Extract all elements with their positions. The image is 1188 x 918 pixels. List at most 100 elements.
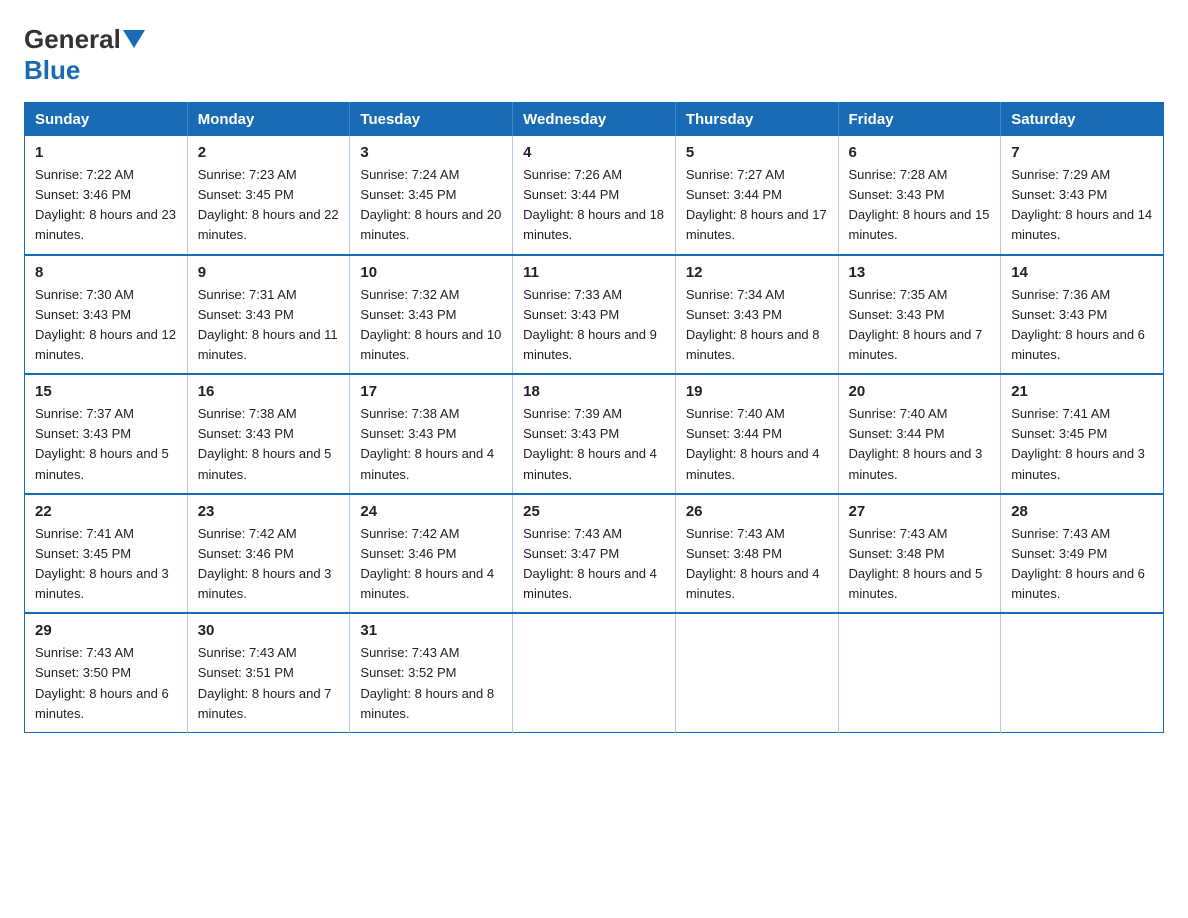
week-row-5: 29Sunrise: 7:43 AMSunset: 3:50 PMDayligh… — [25, 613, 1164, 732]
page-header: General Blue — [24, 24, 1164, 86]
day-cell: 21 Sunrise: 7:41 AMSunset: 3:45 PMDayligh… — [1001, 374, 1164, 494]
day-cell: 30 Sunrise: 7:43 AMSunset: 3:51 PMDayligh… — [187, 613, 350, 732]
day-info: Sunrise: 7:29 AMSunset: 3:43 PMDaylight:… — [1011, 167, 1152, 242]
day-info: Sunrise: 7:36 AMSunset: 3:43 PMDaylight:… — [1011, 287, 1145, 362]
day-cell: 11 Sunrise: 7:33 AMSunset: 3:43 PMDayligh… — [513, 255, 676, 375]
day-cell: 31 Sunrise: 7:43 AMSunset: 3:52 PMDayligh… — [350, 613, 513, 732]
day-cell: 15 Sunrise: 7:37 AMSunset: 3:43 PMDayligh… — [25, 374, 188, 494]
day-info: Sunrise: 7:41 AMSunset: 3:45 PMDaylight:… — [35, 526, 169, 601]
day-info: Sunrise: 7:33 AMSunset: 3:43 PMDaylight:… — [523, 287, 657, 362]
day-cell: 5 Sunrise: 7:27 AMSunset: 3:44 PMDaylight… — [675, 136, 838, 255]
day-info: Sunrise: 7:42 AMSunset: 3:46 PMDaylight:… — [198, 526, 332, 601]
header-cell-sunday: Sunday — [25, 103, 188, 137]
day-info: Sunrise: 7:37 AMSunset: 3:43 PMDaylight:… — [35, 406, 169, 481]
day-number: 10 — [360, 264, 502, 281]
day-info: Sunrise: 7:34 AMSunset: 3:43 PMDaylight:… — [686, 287, 820, 362]
day-info: Sunrise: 7:43 AMSunset: 3:50 PMDaylight:… — [35, 645, 169, 720]
header-cell-wednesday: Wednesday — [513, 103, 676, 137]
day-number: 27 — [849, 503, 991, 520]
day-info: Sunrise: 7:22 AMSunset: 3:46 PMDaylight:… — [35, 167, 176, 242]
week-row-3: 15 Sunrise: 7:37 AMSunset: 3:43 PMDayligh… — [25, 374, 1164, 494]
day-cell — [838, 613, 1001, 732]
day-info: Sunrise: 7:42 AMSunset: 3:46 PMDaylight:… — [360, 526, 494, 601]
day-cell: 22 Sunrise: 7:41 AMSunset: 3:45 PMDayligh… — [25, 494, 188, 614]
day-number: 8 — [35, 264, 177, 281]
day-number: 16 — [198, 383, 340, 400]
day-info: Sunrise: 7:32 AMSunset: 3:43 PMDaylight:… — [360, 287, 501, 362]
day-info: Sunrise: 7:43 AMSunset: 3:52 PMDaylight:… — [360, 645, 494, 720]
day-cell: 8 Sunrise: 7:30 AMSunset: 3:43 PMDaylight… — [25, 255, 188, 375]
day-number: 11 — [523, 264, 665, 281]
day-number: 18 — [523, 383, 665, 400]
day-number: 25 — [523, 503, 665, 520]
day-number: 24 — [360, 503, 502, 520]
day-cell: 20Sunrise: 7:40 AMSunset: 3:44 PMDayligh… — [838, 374, 1001, 494]
day-cell: 19Sunrise: 7:40 AMSunset: 3:44 PMDayligh… — [675, 374, 838, 494]
day-number: 1 — [35, 144, 177, 161]
day-number: 31 — [360, 622, 502, 639]
logo-blue-text: Blue — [24, 55, 80, 85]
day-info: Sunrise: 7:43 AMSunset: 3:48 PMDaylight:… — [686, 526, 820, 601]
day-number: 15 — [35, 383, 177, 400]
day-number: 2 — [198, 144, 340, 161]
day-info: Sunrise: 7:38 AMSunset: 3:43 PMDaylight:… — [198, 406, 332, 481]
week-row-4: 22 Sunrise: 7:41 AMSunset: 3:45 PMDayligh… — [25, 494, 1164, 614]
day-cell: 9Sunrise: 7:31 AMSunset: 3:43 PMDaylight… — [187, 255, 350, 375]
day-cell: 25 Sunrise: 7:43 AMSunset: 3:47 PMDayligh… — [513, 494, 676, 614]
day-cell: 27 Sunrise: 7:43 AMSunset: 3:48 PMDayligh… — [838, 494, 1001, 614]
day-number: 7 — [1011, 144, 1153, 161]
day-info: Sunrise: 7:38 AMSunset: 3:43 PMDaylight:… — [360, 406, 494, 481]
day-info: Sunrise: 7:43 AMSunset: 3:47 PMDaylight:… — [523, 526, 657, 601]
day-info: Sunrise: 7:40 AMSunset: 3:44 PMDaylight:… — [849, 406, 983, 481]
day-cell: 23 Sunrise: 7:42 AMSunset: 3:46 PMDayligh… — [187, 494, 350, 614]
day-number: 17 — [360, 383, 502, 400]
day-number: 4 — [523, 144, 665, 161]
day-cell: 2Sunrise: 7:23 AMSunset: 3:45 PMDaylight… — [187, 136, 350, 255]
day-info: Sunrise: 7:28 AMSunset: 3:43 PMDaylight:… — [849, 167, 990, 242]
day-info: Sunrise: 7:30 AMSunset: 3:43 PMDaylight:… — [35, 287, 176, 362]
day-cell: 7 Sunrise: 7:29 AMSunset: 3:43 PMDaylight… — [1001, 136, 1164, 255]
logo: General Blue — [24, 24, 145, 86]
day-cell — [1001, 613, 1164, 732]
day-number: 9 — [198, 264, 340, 281]
logo-triangle-icon — [123, 30, 145, 52]
day-cell — [675, 613, 838, 732]
week-row-1: 1 Sunrise: 7:22 AMSunset: 3:46 PMDaylight… — [25, 136, 1164, 255]
week-row-2: 8 Sunrise: 7:30 AMSunset: 3:43 PMDaylight… — [25, 255, 1164, 375]
day-number: 23 — [198, 503, 340, 520]
day-number: 22 — [35, 503, 177, 520]
header-cell-thursday: Thursday — [675, 103, 838, 137]
day-number: 5 — [686, 144, 828, 161]
day-cell: 1 Sunrise: 7:22 AMSunset: 3:46 PMDaylight… — [25, 136, 188, 255]
day-info: Sunrise: 7:43 AMSunset: 3:48 PMDaylight:… — [849, 526, 983, 601]
day-info: Sunrise: 7:43 AMSunset: 3:49 PMDaylight:… — [1011, 526, 1145, 601]
day-number: 6 — [849, 144, 991, 161]
day-number: 30 — [198, 622, 340, 639]
day-cell: 28Sunrise: 7:43 AMSunset: 3:49 PMDayligh… — [1001, 494, 1164, 614]
calendar-table: SundayMondayTuesdayWednesdayThursdayFrid… — [24, 102, 1164, 733]
calendar-header: SundayMondayTuesdayWednesdayThursdayFrid… — [25, 103, 1164, 137]
day-cell: 26 Sunrise: 7:43 AMSunset: 3:48 PMDayligh… — [675, 494, 838, 614]
day-cell: 24 Sunrise: 7:42 AMSunset: 3:46 PMDayligh… — [350, 494, 513, 614]
day-info: Sunrise: 7:27 AMSunset: 3:44 PMDaylight:… — [686, 167, 827, 242]
header-row: SundayMondayTuesdayWednesdayThursdayFrid… — [25, 103, 1164, 137]
day-number: 21 — [1011, 383, 1153, 400]
day-cell: 13 Sunrise: 7:35 AMSunset: 3:43 PMDayligh… — [838, 255, 1001, 375]
day-cell: 12Sunrise: 7:34 AMSunset: 3:43 PMDayligh… — [675, 255, 838, 375]
day-info: Sunrise: 7:35 AMSunset: 3:43 PMDaylight:… — [849, 287, 983, 362]
day-info: Sunrise: 7:26 AMSunset: 3:44 PMDaylight:… — [523, 167, 664, 242]
day-cell: 16 Sunrise: 7:38 AMSunset: 3:43 PMDayligh… — [187, 374, 350, 494]
day-info: Sunrise: 7:40 AMSunset: 3:44 PMDaylight:… — [686, 406, 820, 481]
day-cell: 3Sunrise: 7:24 AMSunset: 3:45 PMDaylight… — [350, 136, 513, 255]
day-cell: 29Sunrise: 7:43 AMSunset: 3:50 PMDayligh… — [25, 613, 188, 732]
day-cell: 6 Sunrise: 7:28 AMSunset: 3:43 PMDaylight… — [838, 136, 1001, 255]
header-cell-tuesday: Tuesday — [350, 103, 513, 137]
day-number: 26 — [686, 503, 828, 520]
day-number: 3 — [360, 144, 502, 161]
day-number: 13 — [849, 264, 991, 281]
day-info: Sunrise: 7:41 AMSunset: 3:45 PMDaylight:… — [1011, 406, 1145, 481]
day-info: Sunrise: 7:43 AMSunset: 3:51 PMDaylight:… — [198, 645, 332, 720]
day-cell: 18Sunrise: 7:39 AMSunset: 3:43 PMDayligh… — [513, 374, 676, 494]
calendar-body: 1 Sunrise: 7:22 AMSunset: 3:46 PMDaylight… — [25, 136, 1164, 732]
day-cell: 4 Sunrise: 7:26 AMSunset: 3:44 PMDaylight… — [513, 136, 676, 255]
